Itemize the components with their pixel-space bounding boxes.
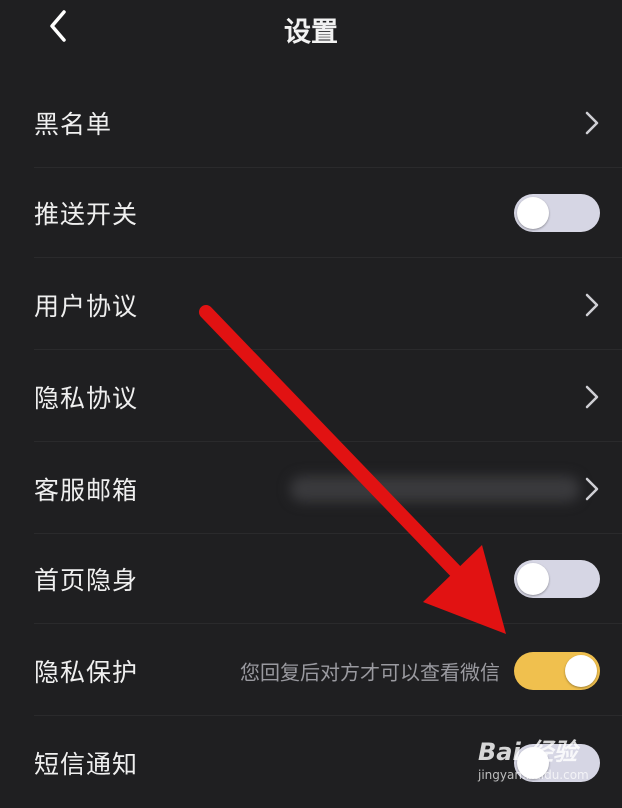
settings-row-privacy-protection: 隐私保护 您回复后对方才可以查看微信 — [0, 626, 622, 716]
chevron-right-icon — [585, 385, 599, 409]
watermark-brand: Bai 经验 — [478, 738, 578, 766]
toggle-knob — [517, 197, 549, 229]
settings-row-privacy-agreement[interactable]: 隐私协议 — [0, 352, 622, 442]
divider — [34, 715, 622, 716]
toggle-knob — [565, 655, 597, 687]
row-label: 用户协议 — [34, 292, 139, 321]
settings-row-user-agreement[interactable]: 用户协议 — [0, 260, 622, 350]
home-invisible-toggle[interactable] — [514, 560, 600, 598]
row-label: 短信通知 — [34, 750, 139, 779]
divider — [34, 623, 622, 624]
divider — [34, 441, 622, 442]
watermark-url: jingyan.baidu.com — [478, 768, 589, 782]
privacy-protection-note: 您回复后对方才可以查看微信 — [240, 660, 500, 685]
settings-row-push: 推送开关 — [0, 168, 622, 258]
chevron-right-icon — [585, 111, 599, 135]
row-label: 隐私保护 — [34, 658, 139, 687]
settings-row-home-invisible: 首页隐身 — [0, 534, 622, 624]
row-label: 隐私协议 — [34, 384, 139, 413]
toggle-knob — [517, 563, 549, 595]
row-label: 首页隐身 — [34, 566, 139, 595]
chevron-right-icon — [585, 477, 599, 501]
row-label: 推送开关 — [34, 200, 139, 229]
privacy-protection-toggle[interactable] — [514, 652, 600, 690]
divider — [34, 257, 622, 258]
watermark: Bai 经验 jingyan.baidu.com — [478, 732, 589, 782]
row-label: 客服邮箱 — [34, 476, 139, 505]
settings-row-support-email[interactable]: 客服邮箱 — [0, 444, 622, 534]
blurred-email-value — [290, 476, 580, 502]
header: 设置 — [0, 0, 622, 60]
page-title: 设置 — [284, 17, 338, 48]
divider — [34, 349, 622, 350]
chevron-right-icon — [585, 293, 599, 317]
row-label: 黑名单 — [34, 110, 113, 139]
push-toggle[interactable] — [514, 194, 600, 232]
settings-row-blacklist[interactable]: 黑名单 — [0, 78, 622, 168]
